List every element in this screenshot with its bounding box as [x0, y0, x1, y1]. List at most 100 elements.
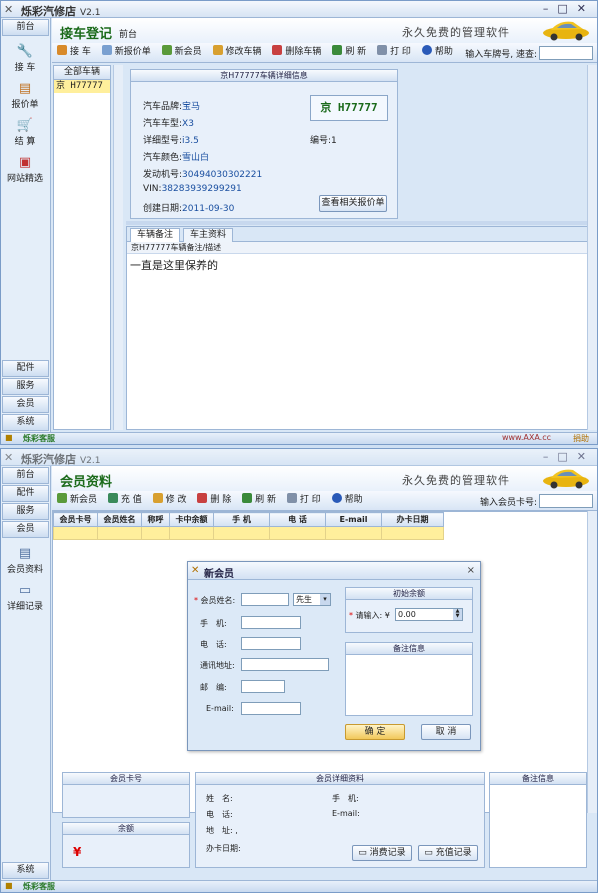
scrollbar[interactable]: [113, 65, 123, 430]
col-phone[interactable]: 电 话: [269, 512, 326, 527]
tab-owner-info[interactable]: 车主资料: [183, 228, 234, 242]
name-label: * 会员姓名:: [194, 596, 236, 605]
ok-button[interactable]: 确 定: [345, 724, 405, 740]
support-link[interactable]: 烁彩客服: [23, 433, 55, 444]
cancel-button[interactable]: 取 消: [421, 724, 471, 740]
notes-body[interactable]: 一直是这里保养的: [127, 254, 588, 276]
sidebar-tab-service[interactable]: 服务: [2, 503, 49, 520]
new-member-dialog: ✕ 新会员 × * 会员姓名: 先生 ▾ 手 机: 电 话: 通讯地址: 邮 编:…: [187, 561, 481, 751]
detail-name-label: 姓 名:: [206, 794, 233, 803]
sidebar-item-quote[interactable]: ▤ 报价单: [1, 81, 49, 110]
col-name[interactable]: 会员姓名: [97, 512, 142, 527]
topup-button[interactable]: 充 值: [105, 491, 145, 509]
new-member-button[interactable]: 新会员: [159, 43, 205, 61]
refresh-button[interactable]: 刷 新: [329, 43, 369, 61]
website-link[interactable]: www.AXA.cc: [502, 433, 551, 442]
toolbar: 新会员 充 值 修 改 删 除 刷 新 打 印 帮助 输入会员卡号:: [52, 491, 597, 511]
card-search-input[interactable]: [539, 494, 593, 508]
col-balance[interactable]: 卡中余额: [169, 512, 214, 527]
sidebar-item-reception[interactable]: 🔧 接 车: [1, 44, 49, 73]
edit-icon: [212, 45, 223, 55]
title-bar[interactable]: ✕ 烁彩汽修店 V2.1 –□✕: [1, 1, 597, 18]
detail-address: 地 址: ,: [206, 826, 238, 835]
scrollbar[interactable]: [587, 65, 597, 430]
sidebar-tab-members[interactable]: 会员: [2, 521, 49, 538]
phone-field[interactable]: [241, 637, 301, 650]
consume-records-button[interactable]: ▭ 消费记录: [352, 845, 412, 861]
dialog-title: 新会员: [204, 569, 234, 580]
list-item[interactable]: 京 H77777: [54, 80, 110, 93]
member-icon: [57, 493, 67, 503]
col-email[interactable]: E-mail: [325, 512, 382, 527]
vehicle-detail: 京H77777车辆详细信息 京 H77777 汽车品牌:宝马 汽车车型:X3 详…: [126, 65, 589, 219]
window-controls[interactable]: –□✕: [543, 2, 595, 15]
help-button[interactable]: 帮助: [419, 43, 456, 61]
amount-stepper[interactable]: 0.00 ▲ ▼: [395, 608, 463, 621]
sidebar-item-member-info[interactable]: ▤ 会员资料: [1, 546, 49, 575]
edit-button[interactable]: 修 改: [150, 491, 190, 509]
topup-records-button[interactable]: ▭ 充值记录: [418, 845, 478, 861]
close-icon[interactable]: ×: [467, 565, 475, 576]
support-link[interactable]: 烁彩客服: [23, 881, 55, 892]
donate-link[interactable]: 捐助: [573, 433, 589, 444]
refresh-icon: [242, 493, 253, 503]
print-button[interactable]: 打 印: [374, 43, 414, 61]
tools-icon: ✕: [191, 565, 200, 576]
dialog-title-bar[interactable]: ✕ 新会员 ×: [188, 562, 480, 580]
refresh-button[interactable]: 刷 新: [239, 491, 279, 509]
field-brand: 汽车品牌:宝马: [143, 102, 201, 112]
window-controls[interactable]: –□✕: [543, 450, 595, 463]
sidebar-tab-front-desk[interactable]: 前台: [2, 467, 49, 484]
zip-field[interactable]: [241, 680, 285, 693]
name-field[interactable]: [241, 593, 289, 606]
stepper-arrows-icon[interactable]: ▲ ▼: [453, 609, 462, 620]
plate-search-input[interactable]: [539, 46, 593, 60]
delete-icon: [197, 493, 208, 503]
plate-search-label: 输入车牌号, 速查:: [465, 50, 537, 60]
table-row[interactable]: [53, 526, 444, 540]
vehicle-list-header[interactable]: 全部车辆: [54, 66, 110, 80]
delete-button[interactable]: 删 除: [194, 491, 234, 509]
car-logo-icon: [543, 21, 589, 41]
sidebar-item-web-picks[interactable]: ▣ 网站精选: [1, 155, 49, 184]
col-card-no[interactable]: 会员卡号: [53, 512, 98, 527]
folder-icon: ▭: [18, 583, 32, 598]
title-bar[interactable]: ✕ 烁彩汽修店 V2.1 –□✕: [1, 449, 597, 466]
delete-vehicle-button[interactable]: 删除车辆: [269, 43, 324, 61]
salutation-select[interactable]: 先生 ▾: [293, 593, 331, 606]
edit-vehicle-button[interactable]: 修改车辆: [210, 43, 265, 61]
help-icon: [421, 45, 432, 55]
new-member-button[interactable]: 新会员: [54, 491, 100, 509]
help-button[interactable]: 帮助: [329, 491, 366, 509]
field-created: 创建日期:2011-09-30: [143, 204, 235, 214]
sidebar-tab-parts[interactable]: 配件: [2, 485, 49, 502]
col-card-date[interactable]: 办卡日期: [381, 512, 444, 527]
card-no-panel: 会员卡号: [62, 772, 190, 818]
new-quote-button[interactable]: 新报价单: [99, 43, 154, 61]
printer-icon: [286, 493, 297, 503]
col-salutation[interactable]: 称呼: [141, 512, 170, 527]
tab-vehicle-notes[interactable]: 车辆备注: [130, 228, 181, 242]
scrollbar[interactable]: [587, 511, 597, 813]
sidebar-tab-service[interactable]: 服务: [2, 378, 49, 395]
page-title: 接车登记: [60, 27, 113, 42]
sidebar-item-checkout[interactable]: 🛒 结 算: [1, 118, 49, 147]
address-label: 通讯地址:: [200, 661, 235, 670]
mobile-field[interactable]: [241, 616, 301, 629]
sidebar-tab-system[interactable]: 系统: [2, 414, 49, 431]
col-mobile[interactable]: 手 机: [213, 512, 270, 527]
sidebar-tab-members[interactable]: 会员: [2, 396, 49, 413]
address-field[interactable]: [241, 658, 329, 671]
sidebar-tab-system[interactable]: 系统: [2, 862, 49, 879]
sidebar-item-records[interactable]: ▭ 详细记录: [1, 583, 49, 612]
email-field[interactable]: [241, 702, 301, 715]
print-button[interactable]: 打 印: [284, 491, 324, 509]
sidebar-tab-front-desk[interactable]: 前台: [2, 19, 49, 36]
new-reception-button[interactable]: 接 车: [54, 43, 94, 61]
sidebar: 前台 🔧 接 车 ▤ 报价单 🛒 结 算 ▣ 网站精选 配件 服务 会员 系统: [1, 18, 51, 432]
splitter[interactable]: [126, 221, 589, 225]
sidebar-tab-parts[interactable]: 配件: [2, 360, 49, 377]
view-quotes-button[interactable]: 查看相关报价单: [319, 195, 387, 212]
wrench-icon: [57, 45, 67, 55]
notes-tabs: 车辆备注 车主资料: [127, 227, 588, 242]
